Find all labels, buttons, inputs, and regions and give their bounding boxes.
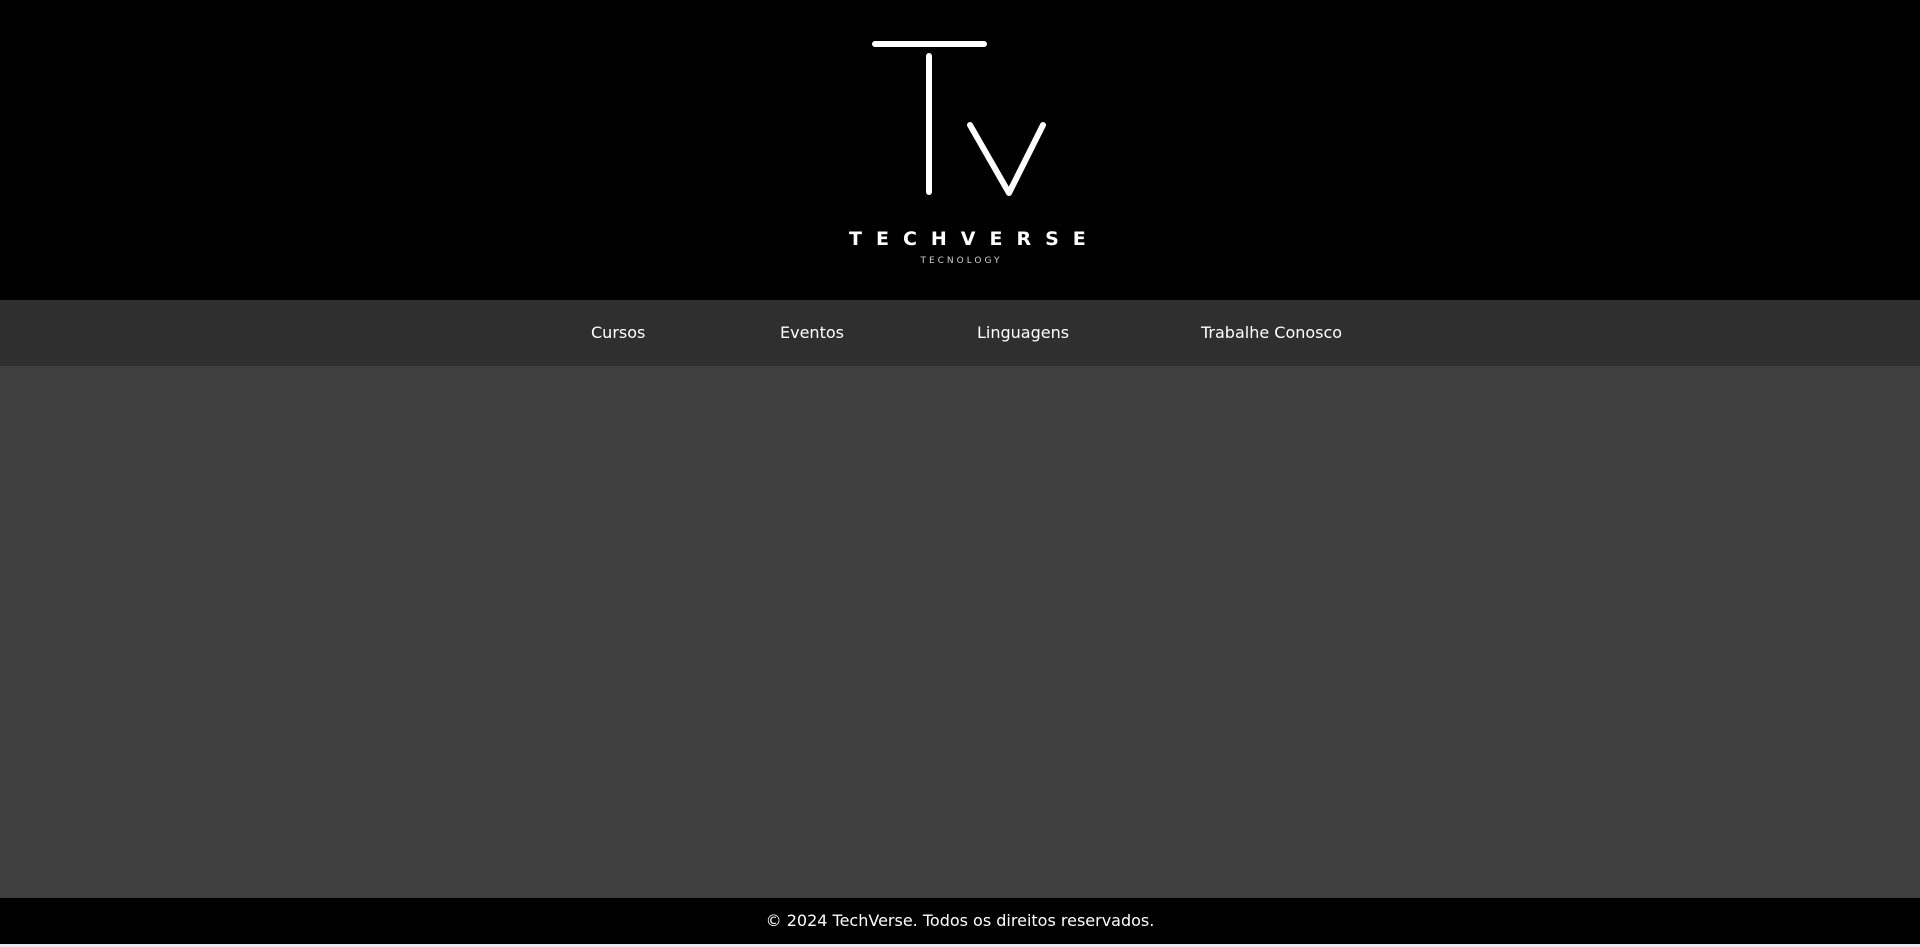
site-footer: © 2024 TechVerse. Todos os direitos rese… xyxy=(0,898,1920,944)
logo-wordmark: TECHVERSE xyxy=(849,228,1100,250)
nav-item-cursos[interactable]: Cursos xyxy=(591,300,645,366)
logo-tagline: TECNOLOGY xyxy=(920,256,1003,266)
nav-item-eventos[interactable]: Eventos xyxy=(780,300,844,366)
techverse-logo[interactable]: TECHVERSE TECNOLOGY xyxy=(835,30,1100,270)
nav-item-trabalhe-conosco[interactable]: Trabalhe Conosco xyxy=(1201,300,1342,366)
tv-monogram-icon xyxy=(872,41,1046,196)
main-nav: Cursos Eventos Linguagens Trabalhe Conos… xyxy=(0,300,1920,366)
nav-item-linguagens[interactable]: Linguagens xyxy=(977,300,1069,366)
main-content xyxy=(0,366,1920,898)
footer-copyright: © 2024 TechVerse. Todos os direitos rese… xyxy=(765,911,1155,930)
site-header: TECHVERSE TECNOLOGY xyxy=(0,0,1920,300)
